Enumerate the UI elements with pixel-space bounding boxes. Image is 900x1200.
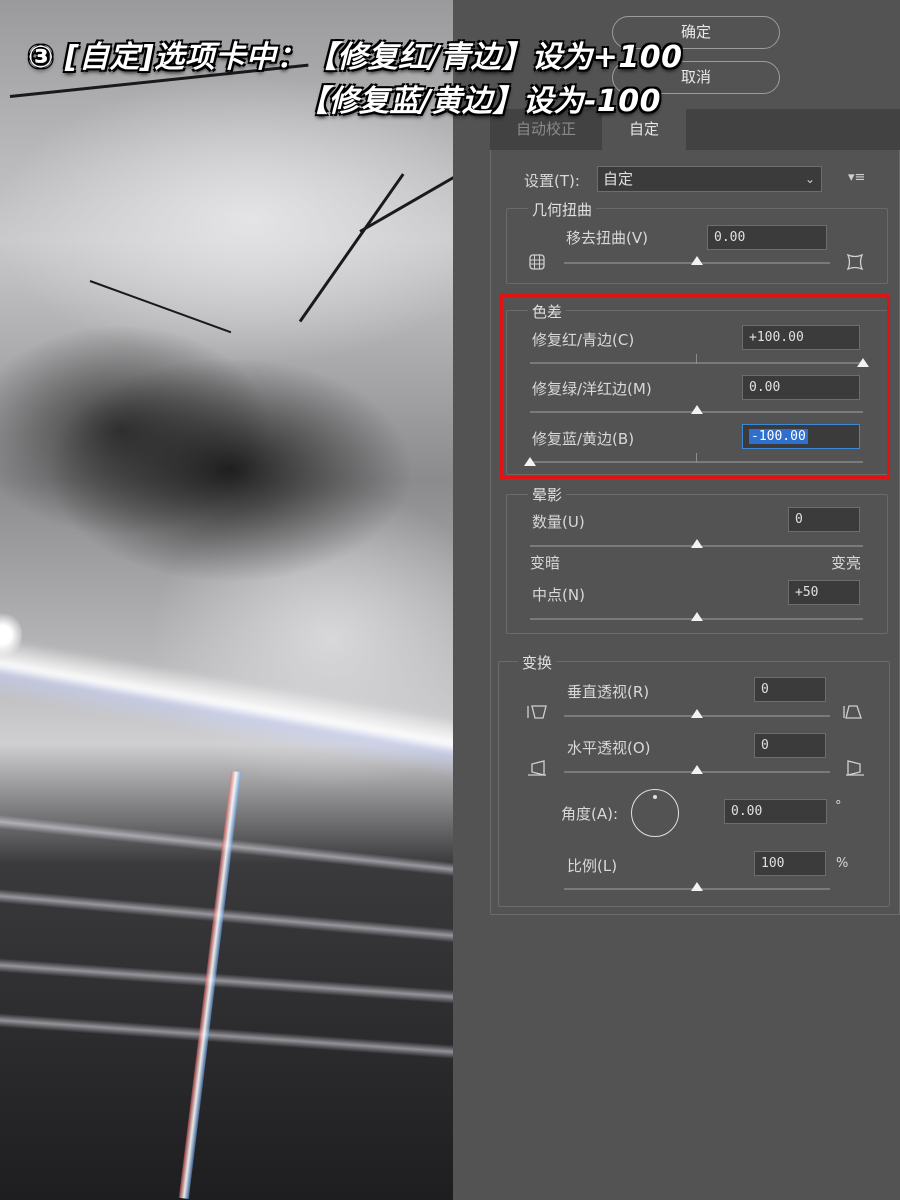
horizontal-perspective-left-icon [528, 760, 546, 776]
vignette-amount-field[interactable]: 0 [788, 507, 860, 532]
vignette-midpoint-field[interactable]: +50 [788, 580, 860, 605]
remove-distortion-field[interactable]: 0.00 [707, 225, 827, 250]
angle-field[interactable]: 0.00 [724, 799, 827, 824]
vertical-perspective-left-icon [527, 705, 547, 719]
vertical-perspective-right-icon [843, 705, 862, 719]
preview-crack [9, 63, 309, 98]
angle-label: 角度(A): [561, 805, 619, 823]
preview-stripe [0, 1011, 453, 1063]
preview-stripe [0, 887, 453, 947]
preview-crack [298, 173, 405, 323]
horizontal-perspective-right-icon [846, 760, 864, 776]
scale-label: 比例(L) [567, 857, 618, 875]
panel-menu-icon[interactable]: ▾≡ [848, 170, 865, 185]
settings-select-value: 自定 [603, 170, 634, 188]
horizontal-perspective-label: 水平透视(O) [567, 739, 651, 757]
preview-glow [0, 631, 453, 789]
barrel-icon [846, 253, 864, 271]
chevron-down-icon: ⌄ [804, 172, 815, 186]
angle-dial-indicator [653, 795, 657, 799]
remove-distortion-thumb[interactable] [691, 256, 703, 265]
tab-bar: 自动校正 自定 [490, 109, 900, 150]
preview-stripe [0, 956, 453, 1008]
angle-dial[interactable] [631, 789, 679, 837]
image-preview[interactable] [0, 0, 453, 1200]
settings-label: 设置(T): [524, 172, 580, 190]
vertical-perspective-field[interactable]: 0 [754, 677, 826, 702]
vignette-amount-thumb[interactable] [691, 539, 703, 548]
transform-title: 变换 [518, 652, 557, 673]
vignette-midpoint-label: 中点(N) [532, 586, 585, 604]
pincushion-icon [529, 254, 545, 270]
scale-field[interactable]: 100 [754, 851, 826, 876]
vertical-perspective-thumb[interactable] [691, 709, 703, 718]
scale-thumb[interactable] [691, 882, 703, 891]
vignette-title: 晕影 [528, 484, 567, 505]
horizontal-perspective-thumb[interactable] [691, 765, 703, 774]
darken-label: 变暗 [530, 554, 561, 572]
ok-button[interactable]: 确定 [612, 16, 780, 49]
angle-unit: ° [835, 799, 842, 814]
highlight-box [500, 294, 890, 479]
settings-select[interactable]: 自定 ⌄ [597, 166, 822, 192]
transform-group [498, 661, 890, 907]
horizontal-perspective-field[interactable]: 0 [754, 733, 826, 758]
tab-auto-correction[interactable]: 自动校正 [490, 109, 602, 150]
lighten-label: 变亮 [831, 554, 862, 572]
cancel-button[interactable]: 取消 [612, 61, 780, 94]
scale-unit: % [836, 856, 849, 871]
vertical-perspective-label: 垂直透视(R) [567, 683, 650, 701]
tab-custom[interactable]: 自定 [602, 109, 686, 150]
preview-crack [89, 280, 232, 334]
vignette-amount-label: 数量(U) [532, 513, 585, 531]
vignette-midpoint-thumb[interactable] [691, 612, 703, 621]
remove-distortion-label: 移去扭曲(V) [566, 229, 648, 247]
preview-crack [359, 170, 453, 233]
geometric-title: 几何扭曲 [528, 199, 597, 220]
